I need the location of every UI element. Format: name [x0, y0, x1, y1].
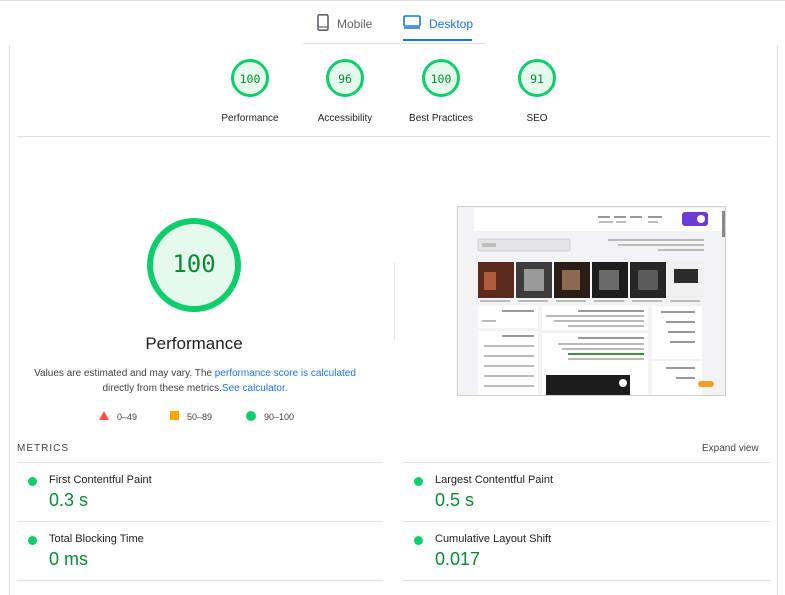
final-screenshot-thumbnail[interactable] [457, 206, 726, 396]
performance-score: 100 [172, 250, 216, 278]
metric-value: 0.5 s [435, 490, 475, 510]
metric-label: Cumulative Layout Shift [435, 533, 552, 545]
tab-mobile-label: Mobile [337, 16, 373, 31]
metric-label: Total Blocking Time [49, 533, 144, 545]
performance-score-link[interactable]: performance score is calculated [215, 368, 356, 379]
gauge-score: 96 [338, 72, 352, 86]
legend-range: 90–100 [264, 412, 295, 422]
metric-label: Largest Contentful Paint [435, 474, 554, 486]
expand-view-toggle[interactable]: Expand view [702, 443, 759, 454]
description-text: directly from these metrics. [102, 383, 222, 394]
gauge-best-practices[interactable]: 100 Best Practices [391, 58, 491, 124]
metric-row-divider [403, 521, 770, 522]
gauge-label: SEO [526, 113, 548, 124]
tabs-divider [303, 43, 485, 44]
legend-average: 50–89 [170, 411, 212, 422]
gauge-label: Accessibility [317, 113, 373, 124]
page-preview-image [458, 207, 725, 395]
desktop-monitor-icon [403, 15, 429, 32]
mobile-phone-icon [317, 13, 337, 34]
metric-row-divider [17, 521, 383, 522]
gauge-performance[interactable]: 100 Performance [200, 58, 300, 124]
gauge-score: 100 [239, 72, 261, 86]
metric-value: 0.3 s [49, 490, 89, 510]
metric-row-divider [403, 580, 770, 581]
metrics-divider [17, 462, 383, 463]
square-icon [170, 411, 179, 422]
performance-description: Values are estimated and may vary. The p… [25, 366, 365, 396]
legend-range: 0–49 [117, 411, 138, 422]
summary-divider [17, 136, 770, 137]
active-tab-indicator [403, 39, 472, 41]
pass-circle-icon [28, 536, 37, 545]
tab-desktop[interactable]: Desktop [403, 6, 473, 41]
legend-range: 50–89 [187, 411, 213, 422]
metrics-divider [403, 462, 770, 463]
tab-mobile[interactable]: Mobile [317, 6, 372, 41]
tab-desktop-label: Desktop [429, 16, 474, 31]
gauge-score: 91 [530, 72, 544, 86]
vertical-divider [394, 263, 395, 340]
description-text: Values are estimated and may vary. The [34, 368, 215, 379]
top-divider [0, 0, 785, 4]
pass-circle-icon [414, 477, 423, 486]
device-tabs: Mobile Desktop [303, 6, 485, 44]
gauge-label: Best Practices [409, 113, 473, 124]
score-summary: 100 Performance 96 Accessibility 100 Bes… [200, 58, 580, 128]
gauge-label: Performance [221, 113, 279, 124]
pass-circle-icon [28, 477, 37, 486]
score-legend: 0–49 50–89 90–100 [95, 411, 315, 427]
pass-circle-icon [414, 536, 423, 545]
metric-value: 0.017 [435, 549, 481, 569]
performance-title: Performance [145, 334, 243, 353]
metrics-heading: METRICS [17, 443, 69, 454]
metric-label: First Contentful Paint [49, 474, 152, 486]
panel-border-right [777, 45, 778, 595]
gauge-seo[interactable]: 91 SEO [487, 58, 587, 124]
metric-row-divider [17, 580, 383, 581]
circle-icon [246, 411, 256, 423]
panel-border-left [9, 45, 10, 595]
triangle-icon [99, 411, 109, 422]
see-calculator-link[interactable]: See calculator. [222, 383, 288, 394]
gauge-score: 100 [430, 72, 452, 86]
legend-pass: 90–100 [246, 411, 294, 423]
metric-value: 0 ms [49, 549, 89, 569]
gauge-accessibility[interactable]: 96 Accessibility [295, 58, 395, 124]
legend-fail: 0–49 [99, 411, 137, 422]
